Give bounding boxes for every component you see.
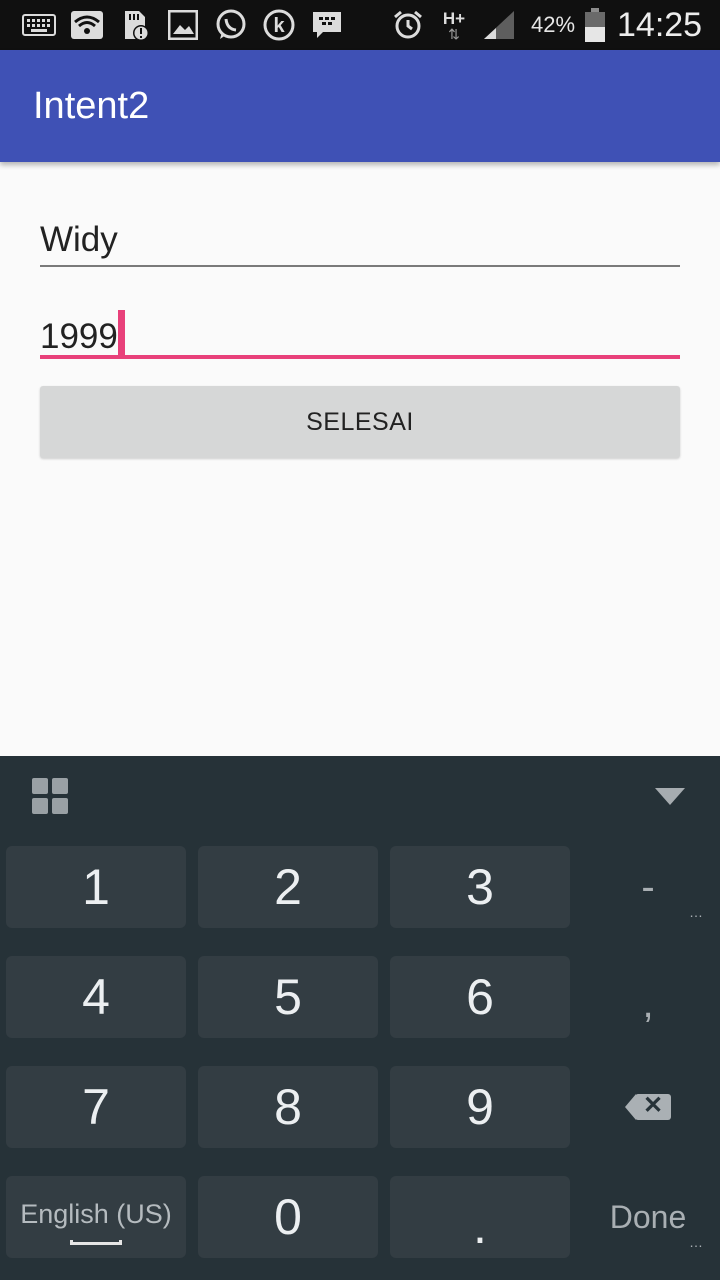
whatsapp-icon <box>214 8 248 42</box>
key-3[interactable]: 3 <box>390 846 570 928</box>
done-more-dots: … <box>689 1234 704 1250</box>
key-2[interactable]: 2 <box>198 846 378 928</box>
key-1[interactable]: 1 <box>6 846 186 928</box>
language-label: English (US) <box>20 1199 172 1229</box>
key-5[interactable]: 5 <box>198 956 378 1038</box>
key-period[interactable]: . <box>390 1176 570 1258</box>
selesai-button[interactable]: SELESAI <box>40 386 680 458</box>
clock: 14:25 <box>617 6 703 44</box>
name-input-value: Widy <box>40 220 118 259</box>
keyboard-icon <box>22 8 56 42</box>
wifi-icon <box>70 8 104 42</box>
bbm-icon <box>310 8 344 42</box>
alarm-icon <box>391 8 425 42</box>
done-key[interactable]: Done … <box>578 1176 718 1258</box>
key-minus[interactable]: - … <box>578 846 718 928</box>
battery-icon <box>578 8 612 42</box>
keyboard-menu-grid-icon[interactable] <box>32 778 68 814</box>
year-input-value: 1999 <box>40 317 118 356</box>
app-title: Intent2 <box>33 85 150 127</box>
key-minus-label: - <box>641 864 655 909</box>
key-4[interactable]: 4 <box>6 956 186 1038</box>
key-0[interactable]: 0 <box>198 1176 378 1258</box>
network-type-label: H+ <box>442 8 466 28</box>
name-field-underline <box>40 265 680 267</box>
svg-text:k: k <box>273 15 285 37</box>
backspace-icon: ✕ <box>625 1092 671 1120</box>
more-symbols-dots: … <box>689 904 704 920</box>
signal-icon <box>482 8 516 42</box>
done-label: Done <box>609 1198 687 1235</box>
key-6[interactable]: 6 <box>390 956 570 1038</box>
text-cursor <box>117 310 125 358</box>
key-comma[interactable]: , <box>578 956 718 1038</box>
kakao-icon: k <box>262 8 296 42</box>
battery-percent: 42% <box>531 12 576 37</box>
sd-card-alert-icon <box>118 8 152 42</box>
space-bar-icon <box>70 1240 122 1245</box>
key-8[interactable]: 8 <box>198 1066 378 1148</box>
network-hplus-icon: H+ ⇅ <box>442 8 466 42</box>
year-field[interactable]: 1999 <box>40 304 680 360</box>
gallery-icon <box>166 8 200 42</box>
language-key[interactable]: English (US) <box>6 1176 186 1258</box>
key-9[interactable]: 9 <box>390 1066 570 1148</box>
name-field[interactable]: Widy <box>40 218 680 270</box>
backspace-key[interactable]: ✕ <box>578 1066 718 1148</box>
hide-keyboard-chevron-icon[interactable] <box>655 788 685 805</box>
app-bar: Intent2 <box>0 50 720 162</box>
key-7[interactable]: 7 <box>6 1066 186 1148</box>
status-bar: k H+ ⇅ 42% 14:25 <box>0 0 720 50</box>
year-field-underline <box>40 355 680 359</box>
